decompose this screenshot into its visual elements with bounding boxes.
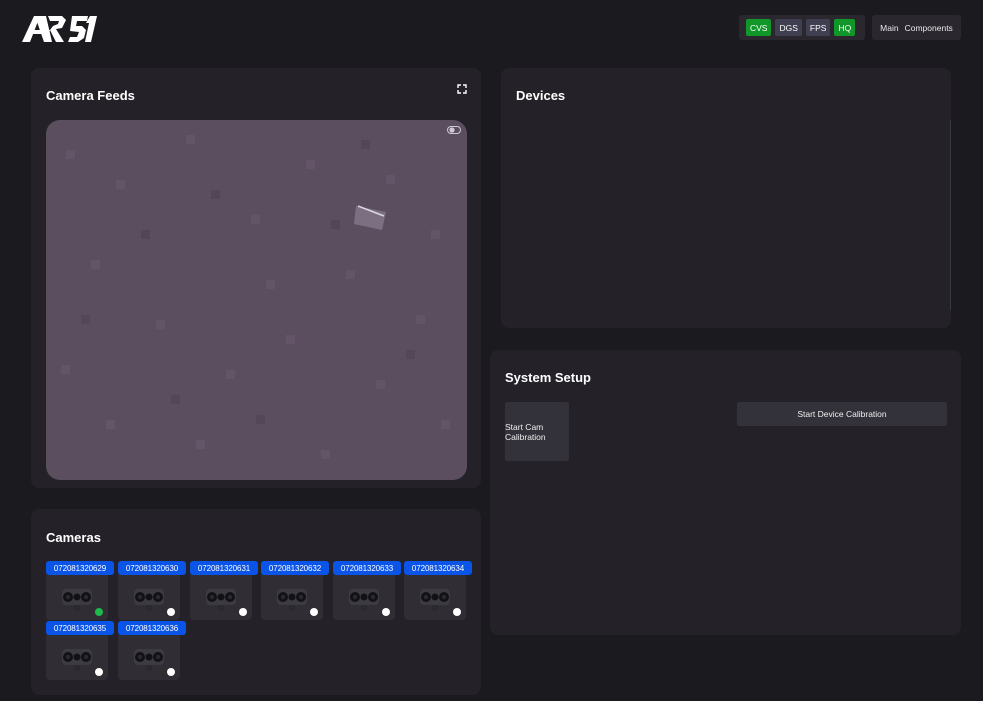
start-cam-calibration-button[interactable]: Start Cam Calibration — [505, 402, 569, 461]
camera-thumbnail — [404, 575, 466, 620]
camera-thumbnail — [261, 575, 323, 620]
camera-id-label: 072081320633 — [333, 561, 401, 575]
camera-thumbnail — [333, 575, 395, 620]
toggle-cvs[interactable]: CVS — [746, 19, 772, 36]
camera-tile[interactable]: 072081320636 — [118, 621, 186, 680]
camera-tile[interactable]: 072081320631 — [190, 561, 258, 620]
camera-tile[interactable]: 072081320633 — [333, 561, 401, 620]
cameras-title: Cameras — [46, 530, 101, 545]
status-idle-icon — [382, 608, 390, 616]
camera-thumbnail — [118, 635, 180, 680]
nav-components[interactable]: Components — [905, 23, 953, 33]
status-ok-icon — [95, 608, 103, 616]
devices-title: Devices — [516, 88, 566, 103]
camera-id-label: 072081320635 — [46, 621, 114, 635]
ar51-logo — [22, 16, 97, 42]
camera-id-label: 072081320632 — [261, 561, 329, 575]
status-idle-icon — [167, 608, 175, 616]
camera-thumbnail — [118, 575, 180, 620]
status-idle-icon — [167, 668, 175, 676]
status-idle-icon — [453, 608, 461, 616]
status-idle-icon — [310, 608, 318, 616]
feature-toggles: CVS DGS FPS HQ — [739, 15, 865, 40]
camera-id-label: 072081320634 — [404, 561, 472, 575]
camera-feeds-panel: Camera Feeds — [31, 68, 481, 488]
camera-feeds-title: Camera Feeds — [46, 88, 135, 103]
toggle-fps[interactable]: FPS — [805, 19, 831, 36]
system-setup-title: System Setup — [505, 370, 591, 385]
camera-tile[interactable]: 072081320635 — [46, 621, 114, 680]
nav-main[interactable]: Main — [880, 23, 898, 33]
camera-id-label: 072081320636 — [118, 621, 186, 635]
top-nav: Main Components — [872, 15, 961, 40]
start-device-calibration-button[interactable]: Start Device Calibration — [737, 402, 947, 426]
camera-tile[interactable]: 072081320629 — [46, 561, 114, 620]
camera-tile[interactable]: 072081320630 — [118, 561, 186, 620]
toggle-icon[interactable] — [447, 126, 461, 134]
status-idle-icon — [95, 668, 103, 676]
camera-thumbnail — [46, 575, 108, 620]
status-idle-icon — [239, 608, 247, 616]
camera-id-label: 072081320631 — [190, 561, 258, 575]
camera-feed-view[interactable] — [46, 120, 467, 480]
devices-scrollbar[interactable] — [950, 120, 951, 310]
devices-panel: Devices — [501, 68, 951, 328]
feed-noise — [61, 135, 450, 459]
expand-icon[interactable] — [457, 84, 467, 94]
camera-tile[interactable]: 072081320634 — [404, 561, 472, 620]
toggle-hq[interactable]: HQ — [834, 19, 856, 36]
camera-id-label: 072081320629 — [46, 561, 114, 575]
toggle-dgs[interactable]: DGS — [775, 19, 802, 36]
camera-tile[interactable]: 072081320632 — [261, 561, 329, 620]
camera-id-label: 072081320630 — [118, 561, 186, 575]
camera-thumbnail — [46, 635, 108, 680]
cameras-panel: Cameras 072081320629 072081320630 07208132… — [31, 509, 481, 695]
camera-thumbnail — [190, 575, 252, 620]
system-setup-panel: System Setup Start Cam Calibration Start… — [490, 350, 961, 635]
